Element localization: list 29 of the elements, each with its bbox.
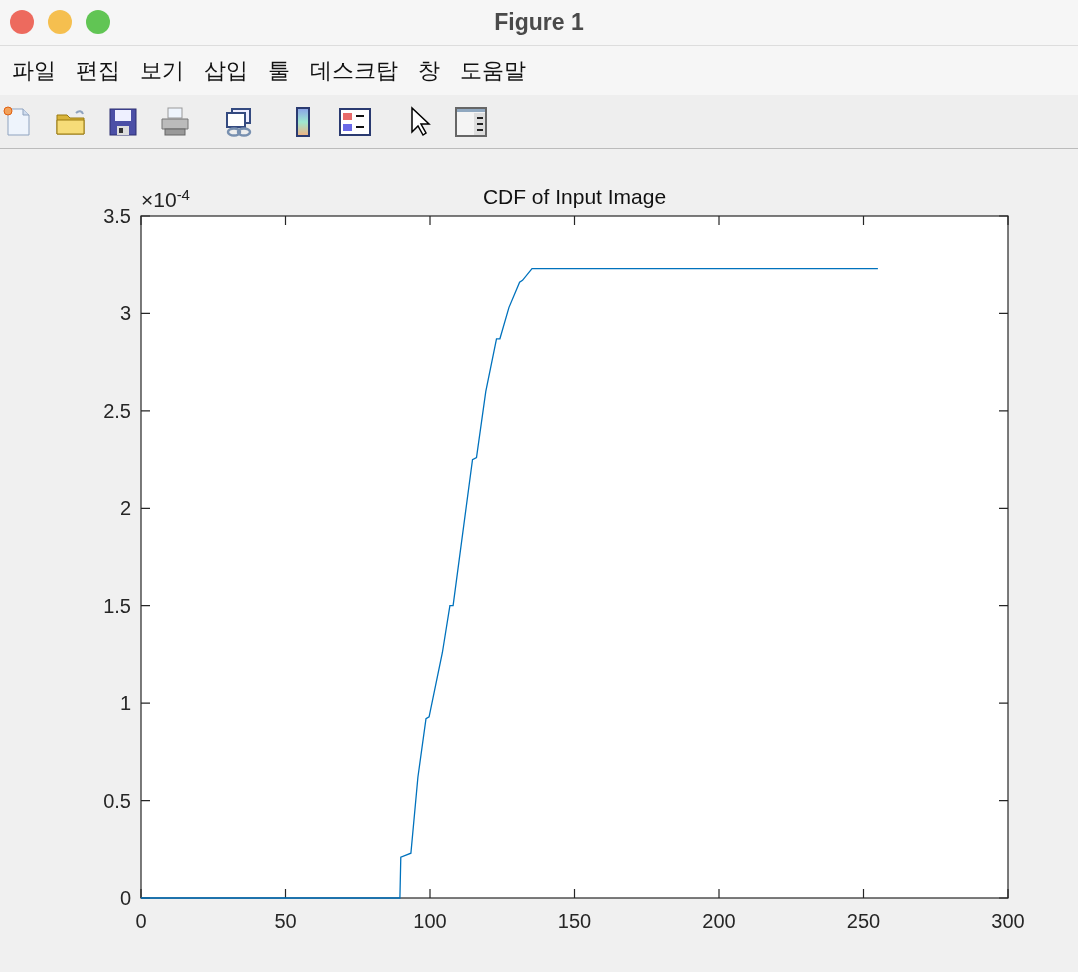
x-tick-label: 300 [991,910,1025,932]
menu-item[interactable]: 편집 [66,48,130,93]
y-tick-label: 3.5 [103,205,131,227]
y-tick-label: 2 [119,497,131,520]
menu-item[interactable]: 파일 [2,48,66,93]
chart-title: CDF of Input Image [482,185,667,208]
x-tick-label: 0 [135,910,147,932]
axis-exponent-label: ×10$^{-4}$ [141,189,190,210]
window-title: Figure 1 [493,8,585,37]
menu-item[interactable]: 툴 [258,48,300,93]
x-tick-label: 100 [413,910,447,932]
menu-item[interactable]: 창 [408,48,450,93]
x-tick-label: 50 [274,910,297,932]
printer-icon[interactable] [158,104,192,139]
y-tick-label: 2.5 [103,399,131,422]
x-tick-label: 150 [557,910,592,932]
y-tick-label: 0.5 [103,789,131,812]
menu-item[interactable]: 보기 [130,48,194,93]
x-tick-label: 250 [846,910,881,932]
y-tick-label: 3 [119,302,131,325]
close-button[interactable] [10,10,34,34]
y-tick-label: 1 [119,692,131,715]
y-tick-label: 1.5 [103,594,131,617]
menu-item[interactable]: 도움말 [450,48,536,93]
y-tick-label: 0 [119,887,131,909]
property-panel-icon[interactable] [454,104,488,139]
x-tick-label: 200 [702,910,736,932]
menu-item[interactable]: 데스크탑 [300,48,408,93]
menu-item[interactable]: 삽입 [194,48,258,93]
